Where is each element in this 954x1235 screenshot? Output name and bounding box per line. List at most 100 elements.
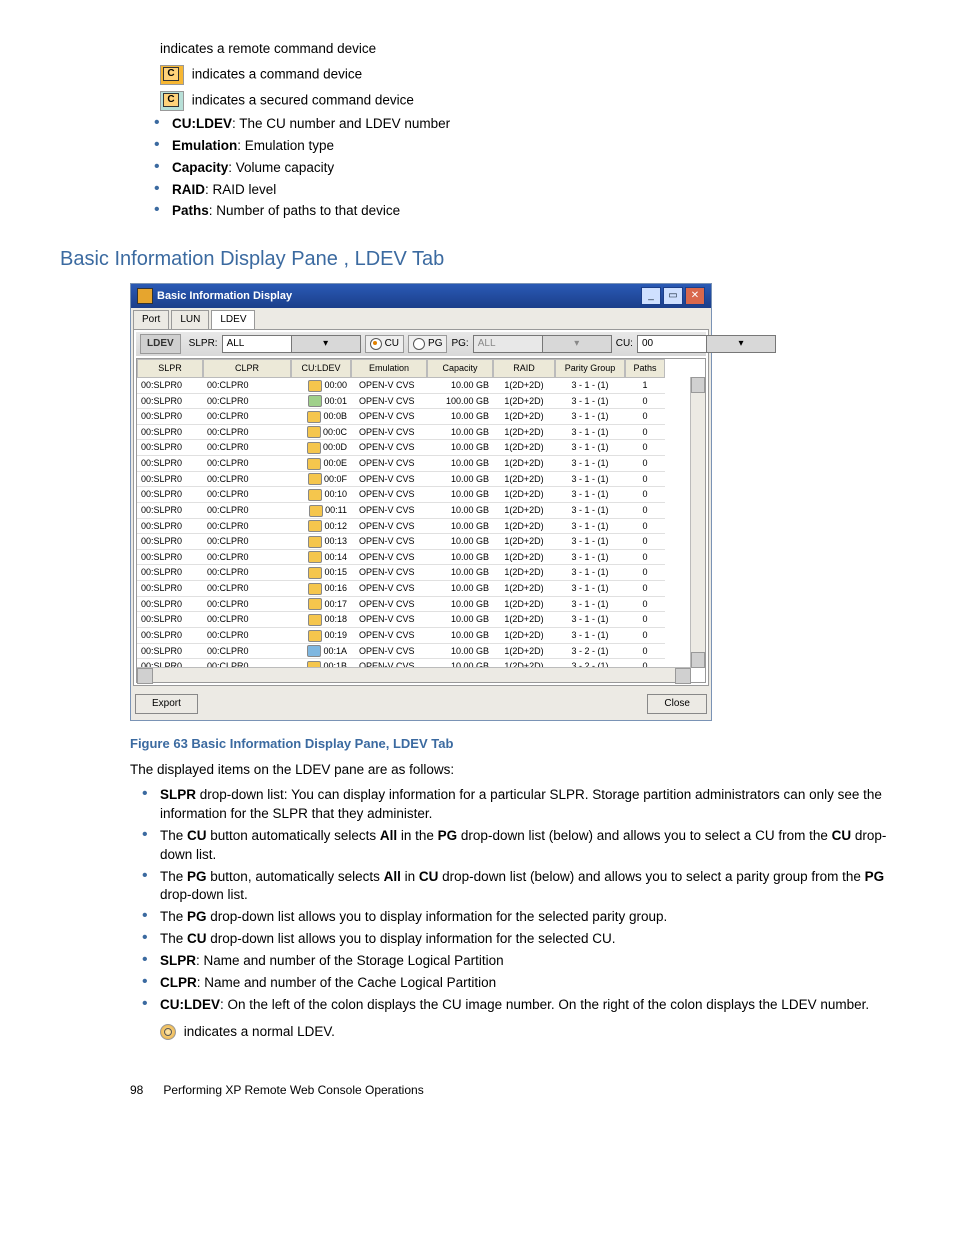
cu-radio-button[interactable]: CU: [365, 335, 404, 353]
table-row[interactable]: 00:SLPR000:CLPR000:19OPEN-V CVS10.00 GB1…: [137, 628, 691, 644]
scroll-left-icon[interactable]: [137, 668, 153, 684]
column-header[interactable]: Paths: [625, 359, 665, 378]
cell: 3 - 1 - (1): [555, 519, 625, 535]
close-icon[interactable]: ✕: [685, 287, 705, 305]
table-row[interactable]: 00:SLPR000:CLPR000:00OPEN-V CVS10.00 GB1…: [137, 378, 691, 394]
cell: 10.00 GB: [427, 644, 493, 660]
cell: OPEN-V CVS: [351, 378, 427, 394]
icon-line-secured: C indicates a secured command device: [160, 91, 894, 111]
pg-radio-button[interactable]: PG: [408, 335, 447, 353]
tab-lun[interactable]: LUN: [171, 310, 209, 329]
list-item: The PG drop-down list allows you to disp…: [138, 908, 894, 927]
list-item: The CU drop-down list allows you to disp…: [138, 930, 894, 949]
ldev-icon: [308, 583, 322, 595]
cell: 1(2D+2D): [493, 487, 555, 503]
figure-caption: Figure 63 Basic Information Display Pane…: [130, 735, 894, 753]
app-icon: [137, 288, 153, 304]
ldev-icon: [308, 520, 322, 532]
tab-ldev[interactable]: LDEV: [211, 310, 255, 329]
ldev-icon: [308, 551, 322, 563]
table-row[interactable]: 00:SLPR000:CLPR000:0COPEN-V CVS10.00 GB1…: [137, 425, 691, 441]
chevron-down-icon[interactable]: ▾: [542, 336, 611, 352]
cell: OPEN-V CVS: [351, 440, 427, 456]
close-button[interactable]: Close: [647, 694, 707, 714]
cell: 00:14: [291, 550, 351, 566]
cell: OPEN-V CVS: [351, 565, 427, 581]
table-row[interactable]: 00:SLPR000:CLPR000:0DOPEN-V CVS10.00 GB1…: [137, 440, 691, 456]
pg-dropdown[interactable]: ALL▾: [473, 335, 612, 353]
slpr-dropdown[interactable]: ALL▾: [222, 335, 361, 353]
horizontal-scrollbar[interactable]: [137, 667, 691, 682]
cell: 1: [625, 378, 665, 394]
chevron-down-icon[interactable]: ▾: [706, 336, 775, 352]
table-row[interactable]: 00:SLPR000:CLPR000:0EOPEN-V CVS10.00 GB1…: [137, 456, 691, 472]
cell: 00:19: [291, 628, 351, 644]
ldev-icon: [308, 489, 322, 501]
scroll-down-icon[interactable]: [691, 652, 705, 668]
cell: 00:SLPR0: [137, 644, 203, 660]
cell: 10.00 GB: [427, 534, 493, 550]
cell: 3 - 1 - (1): [555, 597, 625, 613]
column-header[interactable]: Emulation: [351, 359, 427, 378]
table-row[interactable]: 00:SLPR000:CLPR000:1AOPEN-V CVS10.00 GB1…: [137, 644, 691, 660]
column-header[interactable]: Capacity: [427, 359, 493, 378]
cell: 00:CLPR0: [203, 628, 291, 644]
cell: OPEN-V CVS: [351, 550, 427, 566]
scroll-up-icon[interactable]: [691, 377, 705, 393]
cell: 1(2D+2D): [493, 472, 555, 488]
table-row[interactable]: 00:SLPR000:CLPR000:16OPEN-V CVS10.00 GB1…: [137, 581, 691, 597]
table-row[interactable]: 00:SLPR000:CLPR000:18OPEN-V CVS10.00 GB1…: [137, 612, 691, 628]
cell: 00:0F: [291, 472, 351, 488]
table-row[interactable]: 00:SLPR000:CLPR000:12OPEN-V CVS10.00 GB1…: [137, 519, 691, 535]
icon-line-cmd: C indicates a command device: [160, 65, 894, 85]
definition-item: Emulation: Emulation type: [150, 137, 894, 156]
column-header[interactable]: CLPR: [203, 359, 291, 378]
cell: 00:CLPR0: [203, 425, 291, 441]
cell: 00:CLPR0: [203, 612, 291, 628]
column-header[interactable]: Parity Group: [555, 359, 625, 378]
vertical-scrollbar[interactable]: [690, 377, 705, 668]
cell: 00:CLPR0: [203, 472, 291, 488]
cell: 00:17: [291, 597, 351, 613]
table-row[interactable]: 00:SLPR000:CLPR000:01OPEN-V CVS100.00 GB…: [137, 394, 691, 410]
cell: 3 - 1 - (1): [555, 409, 625, 425]
cell: 1(2D+2D): [493, 503, 555, 519]
export-button[interactable]: Export: [135, 694, 198, 714]
cell: 0: [625, 456, 665, 472]
cell: 0: [625, 628, 665, 644]
cell: 1(2D+2D): [493, 612, 555, 628]
cell: 00:00: [291, 378, 351, 394]
cell: 00:CLPR0: [203, 565, 291, 581]
table-row[interactable]: 00:SLPR000:CLPR000:0FOPEN-V CVS10.00 GB1…: [137, 472, 691, 488]
column-header[interactable]: SLPR: [137, 359, 203, 378]
definition-item: CU:LDEV: The CU number and LDEV number: [150, 115, 894, 134]
table-row[interactable]: 00:SLPR000:CLPR000:10OPEN-V CVS10.00 GB1…: [137, 487, 691, 503]
titlebar[interactable]: Basic Information Display _ ▭ ✕: [131, 284, 711, 308]
column-header[interactable]: RAID: [493, 359, 555, 378]
table-row[interactable]: 00:SLPR000:CLPR000:15OPEN-V CVS10.00 GB1…: [137, 565, 691, 581]
table-row[interactable]: 00:SLPR000:CLPR000:14OPEN-V CVS10.00 GB1…: [137, 550, 691, 566]
table-row[interactable]: 00:SLPR000:CLPR000:13OPEN-V CVS10.00 GB1…: [137, 534, 691, 550]
intro-text: The displayed items on the LDEV pane are…: [130, 761, 894, 780]
cu-dropdown[interactable]: 00▾: [637, 335, 776, 353]
cell: 00:SLPR0: [137, 628, 203, 644]
chevron-down-icon[interactable]: ▾: [291, 336, 360, 352]
cell: 00:1A: [291, 644, 351, 660]
table-row[interactable]: 00:SLPR000:CLPR000:17OPEN-V CVS10.00 GB1…: [137, 597, 691, 613]
list-item: CU:LDEV: On the left of the colon displa…: [138, 996, 894, 1015]
minimize-icon[interactable]: _: [641, 287, 661, 305]
table-row[interactable]: 00:SLPR000:CLPR000:11OPEN-V CVS10.00 GB1…: [137, 503, 691, 519]
cell: 00:CLPR0: [203, 456, 291, 472]
footer-text: Performing XP Remote Web Console Operati…: [163, 1083, 423, 1097]
scroll-right-icon[interactable]: [675, 668, 691, 684]
cell: 0: [625, 612, 665, 628]
cell: 00:CLPR0: [203, 519, 291, 535]
cell: 00:SLPR0: [137, 534, 203, 550]
maximize-icon[interactable]: ▭: [663, 287, 683, 305]
ldev-icon: [309, 505, 323, 517]
column-header[interactable]: CU:LDEV: [291, 359, 351, 378]
tab-port[interactable]: Port: [133, 310, 169, 329]
table-row[interactable]: 00:SLPR000:CLPR000:0BOPEN-V CVS10.00 GB1…: [137, 409, 691, 425]
grid-header[interactable]: SLPRCLPRCU:LDEVEmulationCapacityRAIDPari…: [137, 359, 705, 378]
cell: OPEN-V CVS: [351, 581, 427, 597]
